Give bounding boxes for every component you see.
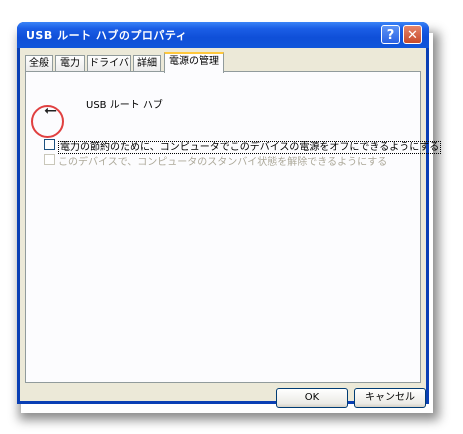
allow-wake-checkbox [44, 154, 55, 165]
highlight-circle [31, 105, 64, 138]
device-name: USB ルート ハブ [86, 100, 163, 111]
tab-power-management[interactable]: 電源の管理 [164, 52, 224, 73]
window-title: USB ルート ハブのプロパティ [26, 29, 188, 42]
allow-wake-label: このデバイスで、コンピュータのスタンバイ状態を解除できるようにする [58, 157, 388, 168]
tab-details[interactable]: 詳細 [133, 55, 161, 71]
dialog-body: 全般 電力 ドライバ 詳細 電源の管理 ⭠ USB ルート ハブ 電力の節約のた… [20, 48, 442, 408]
tab-power[interactable]: 電力 [55, 55, 85, 71]
cancel-button[interactable]: キャンセル [354, 388, 426, 408]
close-button[interactable]: ✕ [403, 25, 422, 44]
tab-general[interactable]: 全般 [25, 55, 53, 71]
title-bar[interactable]: USB ルート ハブのプロパティ ? ✕ [17, 22, 429, 48]
tab-panel-power-management: ⭠ USB ルート ハブ 電力の節約のために、コンピュータでこのデバイスの電源を… [25, 71, 442, 383]
tab-driver[interactable]: ドライバ [87, 55, 131, 71]
allow-power-off-checkbox[interactable] [44, 139, 55, 150]
properties-dialog: USB ルート ハブのプロパティ ? ✕ 全般 電力 ドライバ 詳細 電源の管理… [17, 22, 442, 408]
allow-power-off-label[interactable]: 電力の節約のために、コンピュータでこのデバイスの電源をオフにできるようにする [58, 138, 442, 154]
help-button[interactable]: ? [381, 25, 400, 44]
ok-button[interactable]: OK [276, 388, 348, 408]
